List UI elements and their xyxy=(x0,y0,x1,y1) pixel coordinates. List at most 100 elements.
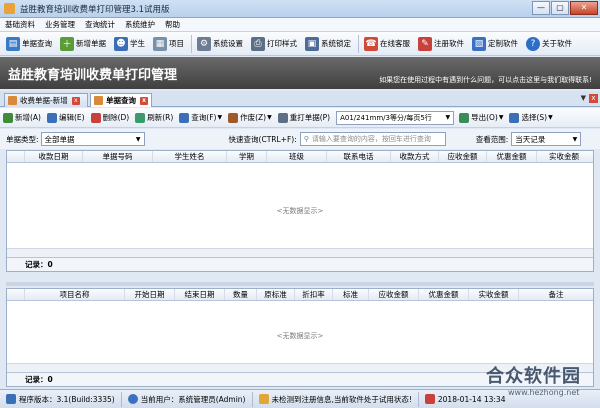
select-button[interactable]: 选择(S) ▼ xyxy=(509,112,553,123)
info-icon xyxy=(6,394,16,404)
user-icon xyxy=(127,394,138,404)
void-icon xyxy=(228,112,239,123)
reprint-button[interactable]: 重打单据(P) xyxy=(277,112,330,123)
document-tabs: 收费单据-新增 x 单据查询 x ▼ x xyxy=(0,91,600,107)
student-button[interactable]: ☻ 学生 xyxy=(111,34,148,54)
refresh-button[interactable]: 刷新(R) xyxy=(135,112,173,123)
tab-close-icon[interactable]: x xyxy=(140,96,148,105)
column-header[interactable]: 联系电话 xyxy=(327,151,391,162)
app-icon xyxy=(4,3,15,14)
column-header[interactable]: 项目名称 xyxy=(25,289,125,300)
lock-icon: ▣ xyxy=(305,36,319,51)
window-title: 益胜教育培训收费单打印管理3.1试用版 xyxy=(20,4,170,15)
filter-bar: 单据类型: 全部单据 ▼ 快速查询(CTRL+F): ⚲ 请输入要查询的内容，按… xyxy=(0,129,600,149)
contact-link[interactable]: 如果您在使用过程中有遇到什么问题，可以点击这里与我们取得联系! xyxy=(379,75,592,85)
column-header[interactable]: 单据号码 xyxy=(83,151,153,162)
empty-message: <无数据显示> xyxy=(276,207,324,215)
delete-icon xyxy=(90,112,101,123)
export-button[interactable]: 导出(O) ▼ xyxy=(459,112,503,123)
lock-button[interactable]: ▣ 系统锁定 xyxy=(302,34,354,54)
column-header[interactable]: 实收金额 xyxy=(469,289,519,300)
printer-icon: ⎙ xyxy=(251,36,265,51)
column-header[interactable]: 应收金额 xyxy=(439,151,487,162)
horizontal-scrollbar[interactable] xyxy=(7,248,593,257)
column-header[interactable]: 班级 xyxy=(267,151,327,162)
new-document-button[interactable]: ＋新增单据 xyxy=(57,34,109,54)
column-header[interactable]: 优惠金额 xyxy=(487,151,537,162)
column-header[interactable]: 标准 xyxy=(333,289,369,300)
tab-close-icon[interactable]: x xyxy=(71,96,80,105)
tab-dropdown-icon[interactable]: ▼ xyxy=(581,94,586,102)
column-header[interactable]: 数量 xyxy=(225,289,257,300)
action-bar: 新增(A) 编辑(E) 删除(D) 刷新(R) 查询(F) ▼ 作废(Z) ▼ 重打… xyxy=(0,108,600,128)
about-button[interactable]: ? 关于软件 xyxy=(523,34,575,54)
column-header[interactable]: 备注 xyxy=(519,289,593,300)
add-button[interactable]: 新增(A) xyxy=(3,112,41,123)
maximize-button[interactable]: ▢ xyxy=(551,1,569,15)
search-input[interactable]: ⚲ 请输入要查询的内容，按回车进行查询 xyxy=(299,132,446,146)
custom-software-icon: ▧ xyxy=(472,36,486,51)
register-button[interactable]: ✎ 注册软件 xyxy=(415,34,467,54)
receipt-search-button[interactable]: ▤ 单据查询 xyxy=(3,34,55,54)
chevron-down-icon: ▼ xyxy=(498,114,504,121)
column-header[interactable]: 学期 xyxy=(227,151,267,162)
menu-basic-data[interactable]: 基础资料 xyxy=(0,19,40,30)
refresh-icon xyxy=(135,112,146,123)
status-version: 程序版本：3.1(Build:3335) xyxy=(0,391,122,407)
range-select[interactable]: 当天记录 ▼ xyxy=(511,132,582,146)
column-header[interactable]: 原标准 xyxy=(257,289,295,300)
empty-message: <无数据显示> xyxy=(276,332,324,340)
settings-button[interactable]: ⚙ 系统设置 xyxy=(194,34,246,54)
status-user: 当前用户：系统管理员(Admin) xyxy=(122,391,253,407)
site-watermark: 合众软件园 www.hezhong.net xyxy=(468,362,598,402)
column-header[interactable]: 开始日期 xyxy=(125,289,175,300)
chevron-down-icon: ▼ xyxy=(267,114,272,121)
new-document-icon: ＋ xyxy=(60,36,74,51)
query-button[interactable]: 查询(F) ▼ xyxy=(179,112,222,123)
custom-software-button[interactable]: ▧ 定制软件 xyxy=(469,34,521,54)
title-bar: 益胜教育培训收费单打印管理3.1试用版 — ▢ ✕ xyxy=(0,0,600,18)
toolbar-separator xyxy=(358,34,359,53)
detail-grid-header: 项目名称 开始日期 结束日期 数量 原标准 折扣率 标准 应收金额 优惠金额 实… xyxy=(7,289,593,301)
menu-query-stats[interactable]: 查询统计 xyxy=(80,19,120,30)
student-icon: ☻ xyxy=(114,36,128,51)
column-header[interactable]: 折扣率 xyxy=(295,289,333,300)
search-icon: ⚲ xyxy=(303,135,309,143)
tab-new-receipt[interactable]: 收费单据-新增 x xyxy=(4,93,88,107)
minimize-button[interactable]: — xyxy=(532,1,550,15)
menu-bar: 基础资料 业务管理 查询统计 系统维护 帮助 xyxy=(0,18,600,32)
column-header[interactable]: 实收金额 xyxy=(537,151,591,162)
column-header[interactable]: 收款方式 xyxy=(391,151,439,162)
column-header[interactable]: 结束日期 xyxy=(175,289,225,300)
paper-format-select[interactable]: A01/241mm/3等分/每页5行 ▼ xyxy=(336,110,455,125)
menu-help[interactable]: 帮助 xyxy=(160,19,185,30)
delete-button[interactable]: 删除(D) xyxy=(90,112,129,123)
print-style-button[interactable]: ⎙ 打印样式 xyxy=(248,34,300,54)
customer-service-button[interactable]: ☎ 在线客服 xyxy=(361,34,413,54)
doc-type-select[interactable]: 全部单据 ▼ xyxy=(40,132,145,146)
receipt-search-icon: ▤ xyxy=(6,36,20,51)
menu-business[interactable]: 业务管理 xyxy=(40,19,80,30)
project-icon: ▦ xyxy=(153,36,167,51)
calendar-icon xyxy=(424,394,435,404)
tab-receipt-query[interactable]: 单据查询 x xyxy=(90,93,152,107)
column-header[interactable]: 收款日期 xyxy=(25,151,83,162)
edit-icon xyxy=(46,112,57,123)
pane-splitter[interactable] xyxy=(6,282,594,286)
column-header[interactable]: 学生姓名 xyxy=(153,151,227,162)
column-header[interactable]: 应收金额 xyxy=(369,289,419,300)
close-all-tabs-icon[interactable]: x xyxy=(589,94,598,103)
banner: 益胜教育培训收费单打印管理 如果您在使用过程中有遇到什么问题，可以点击这里与我们… xyxy=(0,57,600,89)
chevron-down-icon: ▼ xyxy=(217,114,223,121)
gear-icon: ⚙ xyxy=(197,36,211,51)
void-button[interactable]: 作废(Z) ▼ xyxy=(228,112,272,123)
chevron-down-icon: ▼ xyxy=(548,114,553,121)
project-button[interactable]: ▦ 项目 xyxy=(150,34,187,54)
column-header[interactable]: 优惠金额 xyxy=(419,289,469,300)
edit-button[interactable]: 编辑(E) xyxy=(46,112,85,123)
menu-maintenance[interactable]: 系统维护 xyxy=(120,19,160,30)
receipt-grid-header: 收款日期 单据号码 学生姓名 学期 班级 联系电话 收款方式 应收金额 优惠金额… xyxy=(7,151,593,163)
close-button[interactable]: ✕ xyxy=(570,1,598,15)
watermark-text: 合众软件园 xyxy=(486,366,581,387)
doc-type-label: 单据类型: xyxy=(6,134,39,144)
